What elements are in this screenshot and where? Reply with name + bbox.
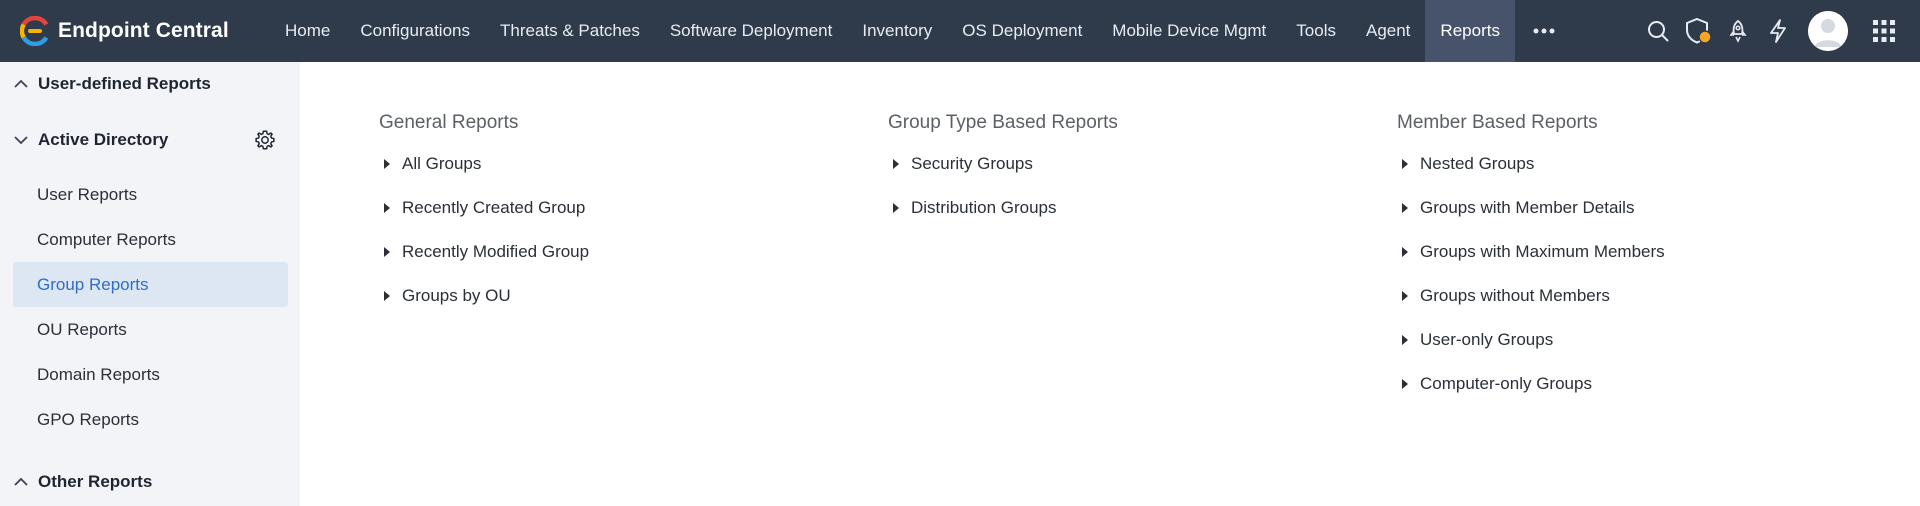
sidebar-item-ou-reports[interactable]: OU Reports (13, 307, 288, 352)
caret-right-icon (384, 203, 390, 213)
shield-alert-icon[interactable] (1678, 0, 1718, 62)
report-link[interactable]: Distribution Groups (888, 186, 1118, 230)
section-user-defined-reports[interactable]: User-defined Reports (0, 66, 300, 102)
chevron-up-icon (14, 79, 28, 88)
section-label: User-defined Reports (38, 74, 211, 93)
caret-right-icon (384, 291, 390, 301)
caret-right-icon (893, 203, 899, 213)
header-actions (1638, 0, 1920, 62)
report-link[interactable]: Groups without Members (1397, 274, 1665, 318)
caret-right-icon (1402, 335, 1408, 345)
report-link[interactable]: Recently Created Group (379, 186, 589, 230)
caret-right-icon (384, 159, 390, 169)
section-label: Active Directory (38, 130, 169, 149)
chevron-down-icon (14, 136, 28, 145)
report-link[interactable]: Groups by OU (379, 274, 589, 318)
sidebar-item-user-reports[interactable]: User Reports (13, 172, 288, 217)
caret-right-icon (1402, 379, 1408, 389)
avatar[interactable] (1808, 11, 1848, 51)
caret-right-icon (1402, 203, 1408, 213)
apps-grid-icon[interactable] (1862, 0, 1906, 62)
top-navigation-bar: Endpoint Central Home Configurations Thr… (0, 0, 1920, 62)
nav-configurations[interactable]: Configurations (345, 0, 485, 62)
report-link[interactable]: All Groups (379, 142, 589, 186)
report-link[interactable]: Groups with Maximum Members (1397, 230, 1665, 274)
sidebar-item-gpo-reports[interactable]: GPO Reports (13, 397, 288, 442)
caret-right-icon (1402, 291, 1408, 301)
caret-right-icon (1402, 247, 1408, 257)
report-link[interactable]: Computer-only Groups (1397, 362, 1665, 406)
report-link[interactable]: Nested Groups (1397, 142, 1665, 186)
nav-inventory[interactable]: Inventory (847, 0, 947, 62)
nav-home[interactable]: Home (270, 0, 345, 62)
caret-right-icon (1402, 159, 1408, 169)
nav-mobile-device-mgmt[interactable]: Mobile Device Mgmt (1097, 0, 1281, 62)
sidebar-item-domain-reports[interactable]: Domain Reports (13, 352, 288, 397)
nav-agent[interactable]: Agent (1351, 0, 1425, 62)
column-title: Member Based Reports (1397, 112, 1598, 133)
column-group-type-based-reports: Group Type Based Reports Security Groups… (888, 110, 1118, 230)
gear-icon[interactable] (253, 128, 277, 152)
sidebar-item-computer-reports[interactable]: Computer Reports (13, 217, 288, 262)
chevron-up-icon (14, 477, 28, 486)
reports-content: General Reports All Groups Recently Crea… (300, 62, 1920, 506)
caret-right-icon (893, 159, 899, 169)
nav-os-deployment[interactable]: OS Deployment (947, 0, 1097, 62)
column-member-based-reports: Member Based Reports Nested Groups Group… (1397, 110, 1665, 406)
column-title: General Reports (379, 112, 519, 133)
report-link[interactable]: Security Groups (888, 142, 1118, 186)
nav-threats-patches[interactable]: Threats & Patches (485, 0, 655, 62)
brand[interactable]: Endpoint Central (0, 0, 260, 62)
report-link[interactable]: Groups with Member Details (1397, 186, 1665, 230)
more-icon[interactable] (1515, 0, 1573, 62)
sidebar: User-defined Reports Active Directory Us… (0, 62, 300, 506)
lightning-icon[interactable] (1758, 0, 1798, 62)
rocket-icon[interactable] (1718, 0, 1758, 62)
nav-software-deployment[interactable]: Software Deployment (655, 0, 848, 62)
section-other-reports[interactable]: Other Reports (0, 464, 300, 500)
nav-reports[interactable]: Reports (1425, 0, 1515, 62)
sidebar-item-group-reports[interactable]: Group Reports (13, 262, 288, 307)
report-link[interactable]: User-only Groups (1397, 318, 1665, 362)
column-title: Group Type Based Reports (888, 112, 1118, 133)
caret-right-icon (384, 247, 390, 257)
nav-tools[interactable]: Tools (1281, 0, 1351, 62)
brand-name: Endpoint Central (58, 19, 229, 42)
report-link[interactable]: Recently Modified Group (379, 230, 589, 274)
column-general-reports: General Reports All Groups Recently Crea… (379, 110, 589, 318)
endpoint-central-logo (20, 16, 49, 46)
section-label: Other Reports (38, 472, 153, 491)
main-nav: Home Configurations Threats & Patches So… (270, 0, 1573, 62)
search-icon[interactable] (1638, 0, 1678, 62)
